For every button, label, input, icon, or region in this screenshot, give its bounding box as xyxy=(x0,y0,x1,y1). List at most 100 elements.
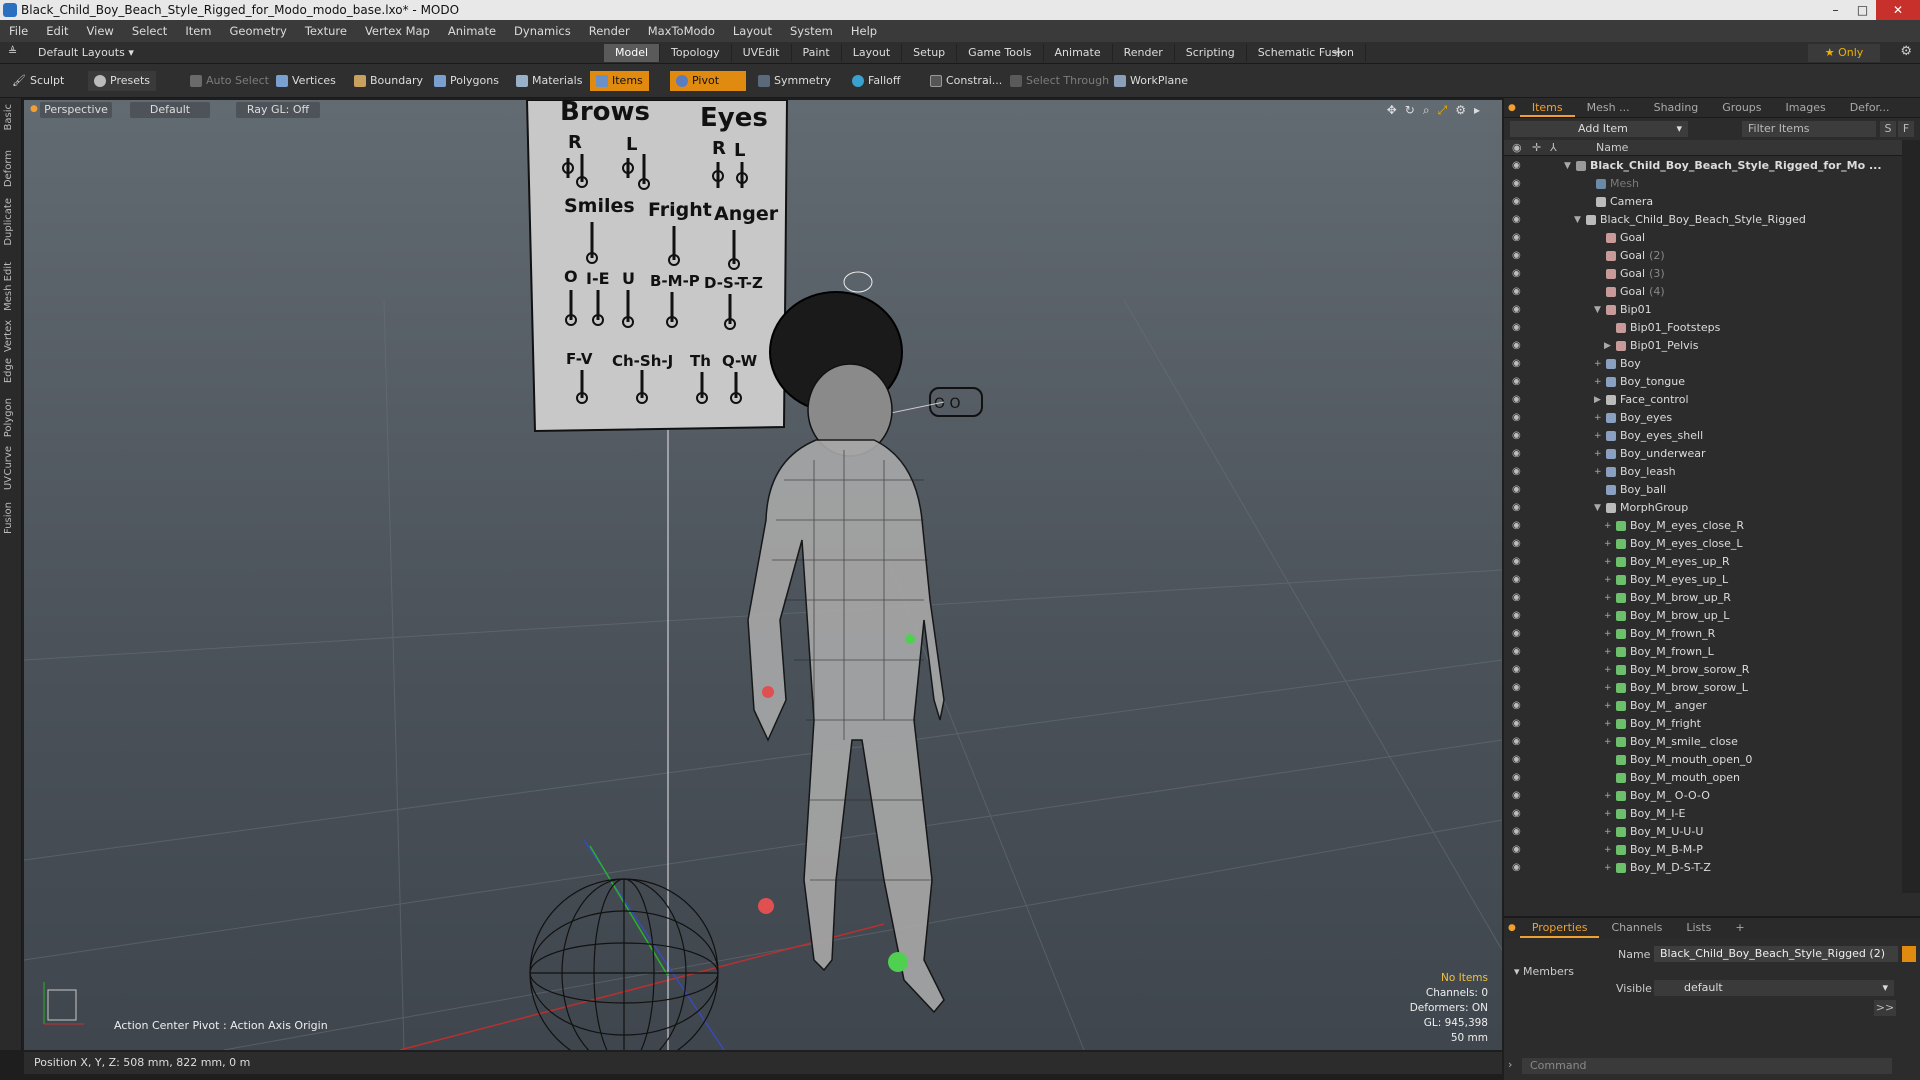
visibility-eye-icon[interactable]: ◉ xyxy=(1512,628,1524,640)
expand-toggle-icon[interactable]: + xyxy=(1604,535,1612,553)
tree-item[interactable]: ◉ Goal (2) xyxy=(1504,247,1902,265)
visibility-eye-icon[interactable]: ◉ xyxy=(1512,160,1524,172)
visibility-eye-icon[interactable]: ◉ xyxy=(1512,574,1524,586)
visibility-eye-icon[interactable]: ◉ xyxy=(1512,610,1524,622)
tree-item[interactable]: ◉ + Boy_M_brow_up_R xyxy=(1504,589,1902,607)
visibility-eye-icon[interactable]: ◉ xyxy=(1512,358,1524,370)
visibility-eye-icon[interactable]: ◉ xyxy=(1512,538,1524,550)
expand-toggle-icon[interactable]: + xyxy=(1604,715,1612,733)
polygons-button[interactable]: Polygons xyxy=(428,71,505,91)
left-tab-basic[interactable]: Basic xyxy=(3,104,19,130)
more-button[interactable]: >> xyxy=(1874,1000,1896,1016)
tree-item[interactable]: ◉ + Boy_underwear xyxy=(1504,445,1902,463)
name-column-header[interactable]: Name xyxy=(1596,140,1628,156)
add-layout-tab-button[interactable]: + xyxy=(1332,43,1345,61)
visibility-eye-icon[interactable]: ◉ xyxy=(1512,412,1524,424)
expand-toggle-icon[interactable]: + xyxy=(1604,805,1612,823)
properties-tab-channels[interactable]: Channels xyxy=(1599,918,1674,938)
menu-select[interactable]: Select xyxy=(123,20,176,42)
expand-toggle-icon[interactable]: + xyxy=(1604,643,1612,661)
add-item-dropdown[interactable]: Add Item ▾ xyxy=(1510,121,1688,137)
tree-item[interactable]: ◉ Goal (4) xyxy=(1504,283,1902,301)
expand-toggle-icon[interactable]: + xyxy=(1604,589,1612,607)
expand-toggle-icon[interactable]: + xyxy=(1604,607,1612,625)
tree-item[interactable]: ◉ + Boy_tongue xyxy=(1504,373,1902,391)
properties-tab-lists[interactable]: Lists xyxy=(1674,918,1723,938)
expand-toggle-icon[interactable]: + xyxy=(1604,571,1612,589)
layout-tab-schematic-fusion[interactable]: Schematic Fusion xyxy=(1247,44,1367,62)
tree-item[interactable]: ◉ + Boy_M_brow_sorow_R xyxy=(1504,661,1902,679)
visibility-eye-icon[interactable]: ◉ xyxy=(1512,466,1524,478)
left-tab-edge[interactable]: Edge xyxy=(3,358,19,383)
visibility-eye-icon[interactable]: ◉ xyxy=(1512,772,1524,784)
expand-toggle-icon[interactable]: + xyxy=(1604,697,1612,715)
menu-edit[interactable]: Edit xyxy=(37,20,77,42)
visibility-eye-icon[interactable]: ◉ xyxy=(1512,556,1524,568)
visibility-eye-icon[interactable]: ◉ xyxy=(1512,700,1524,712)
tree-item[interactable]: ◉ + Boy_M_eyes_up_R xyxy=(1504,553,1902,571)
tree-item[interactable]: ◉ + Boy_M_B-M-P xyxy=(1504,841,1902,859)
type-column-icon[interactable]: ⅄ xyxy=(1550,140,1557,156)
tree-item[interactable]: ◉ + Boy_M_frown_L xyxy=(1504,643,1902,661)
sculpt-button[interactable]: 🖌 Sculpt xyxy=(6,71,70,91)
visibility-eye-icon[interactable]: ◉ xyxy=(1512,250,1524,262)
visibility-eye-icon[interactable]: ◉ xyxy=(1512,232,1524,244)
properties-menu-icon[interactable]: ● xyxy=(1504,918,1520,938)
panel-tab-groups[interactable]: Groups xyxy=(1710,98,1773,117)
s-toggle-button[interactable]: S xyxy=(1880,121,1896,137)
close-button[interactable]: ✕ xyxy=(1876,0,1920,20)
visibility-eye-icon[interactable]: ◉ xyxy=(1512,196,1524,208)
select-through-button[interactable]: Select Through xyxy=(1004,71,1115,91)
constraints-button[interactable]: Constrai... xyxy=(924,71,1008,91)
tree-item[interactable]: ◉ ▶ Face_control xyxy=(1504,391,1902,409)
command-input[interactable]: Command xyxy=(1522,1058,1892,1074)
tree-item[interactable]: ◉ + Boy_leash xyxy=(1504,463,1902,481)
tree-item[interactable]: ◉ + Boy xyxy=(1504,355,1902,373)
menu-geometry[interactable]: Geometry xyxy=(221,20,296,42)
expand-toggle-icon[interactable]: + xyxy=(1604,679,1612,697)
workplane-button[interactable]: WorkPlane xyxy=(1108,71,1194,91)
visibility-eye-icon[interactable]: ◉ xyxy=(1512,304,1524,316)
menu-view[interactable]: View xyxy=(78,20,123,42)
name-color-swatch[interactable] xyxy=(1902,946,1916,962)
tree-item[interactable]: ◉ + Boy_M_U-U-U xyxy=(1504,823,1902,841)
3d-viewport[interactable]: ● Perspective Default Ray GL: Off ✥ ↻ ⌕ … xyxy=(24,100,1502,1050)
tree-item[interactable]: ◉ + Boy_M_eyes_close_R xyxy=(1504,517,1902,535)
visibility-eye-icon[interactable]: ◉ xyxy=(1512,214,1524,226)
left-tab-deform[interactable]: Deform xyxy=(3,150,19,187)
expand-toggle-icon[interactable]: + xyxy=(1604,625,1612,643)
properties-tab-properties[interactable]: Properties xyxy=(1519,918,1600,938)
beach-ball-wireframe[interactable] xyxy=(529,878,719,1050)
visibility-eye-icon[interactable]: ◉ xyxy=(1512,376,1524,388)
tree-item[interactable]: ◉ + Boy_M_ O-O-O xyxy=(1504,787,1902,805)
visibility-eye-icon[interactable]: ◉ xyxy=(1512,808,1524,820)
layout-tab-setup[interactable]: Setup xyxy=(902,44,958,62)
layout-tab-layout[interactable]: Layout xyxy=(842,44,903,62)
visibility-eye-icon[interactable]: ◉ xyxy=(1512,592,1524,604)
visibility-eye-icon[interactable]: ◉ xyxy=(1512,682,1524,694)
tree-item[interactable]: ◉ Boy_M_mouth_open_0 xyxy=(1504,751,1902,769)
tree-item[interactable]: ◉ Goal xyxy=(1504,229,1902,247)
name-field[interactable]: Black_Child_Boy_Beach_Style_Rigged (2) xyxy=(1654,946,1898,962)
layout-tab-render[interactable]: Render xyxy=(1113,44,1175,62)
falloff-button[interactable]: Falloff xyxy=(846,71,906,91)
left-tab-duplicate[interactable]: Duplicate xyxy=(3,198,19,246)
pivot-button[interactable]: Pivot xyxy=(670,71,746,91)
expand-toggle-icon[interactable]: + xyxy=(1594,409,1602,427)
tree-item[interactable]: ◉ Boy_M_mouth_open xyxy=(1504,769,1902,787)
panel-tab-mesh-[interactable]: Mesh ... xyxy=(1575,98,1642,117)
layout-tab-uvedit[interactable]: UVEdit xyxy=(732,44,792,62)
panel-tab-items[interactable]: Items xyxy=(1519,98,1575,117)
left-tab-mesh-edit[interactable]: Mesh Edit xyxy=(3,262,19,311)
tree-item[interactable]: ◉ Goal (3) xyxy=(1504,265,1902,283)
layout-tab-model[interactable]: Model xyxy=(604,44,661,62)
visibility-eye-icon[interactable]: ◉ xyxy=(1512,394,1524,406)
expand-toggle-icon[interactable]: + xyxy=(1594,373,1602,391)
panel-tab-defor-[interactable]: Defor... xyxy=(1838,98,1902,117)
panel-menu-icon[interactable]: ● xyxy=(1504,98,1520,117)
left-tab-fusion[interactable]: Fusion xyxy=(3,502,19,534)
tree-item[interactable]: ◉ + Boy_M_I-E xyxy=(1504,805,1902,823)
expand-toggle-icon[interactable]: + xyxy=(1604,823,1612,841)
visibility-eye-icon[interactable]: ◉ xyxy=(1512,268,1524,280)
materials-button[interactable]: Materials xyxy=(510,71,588,91)
